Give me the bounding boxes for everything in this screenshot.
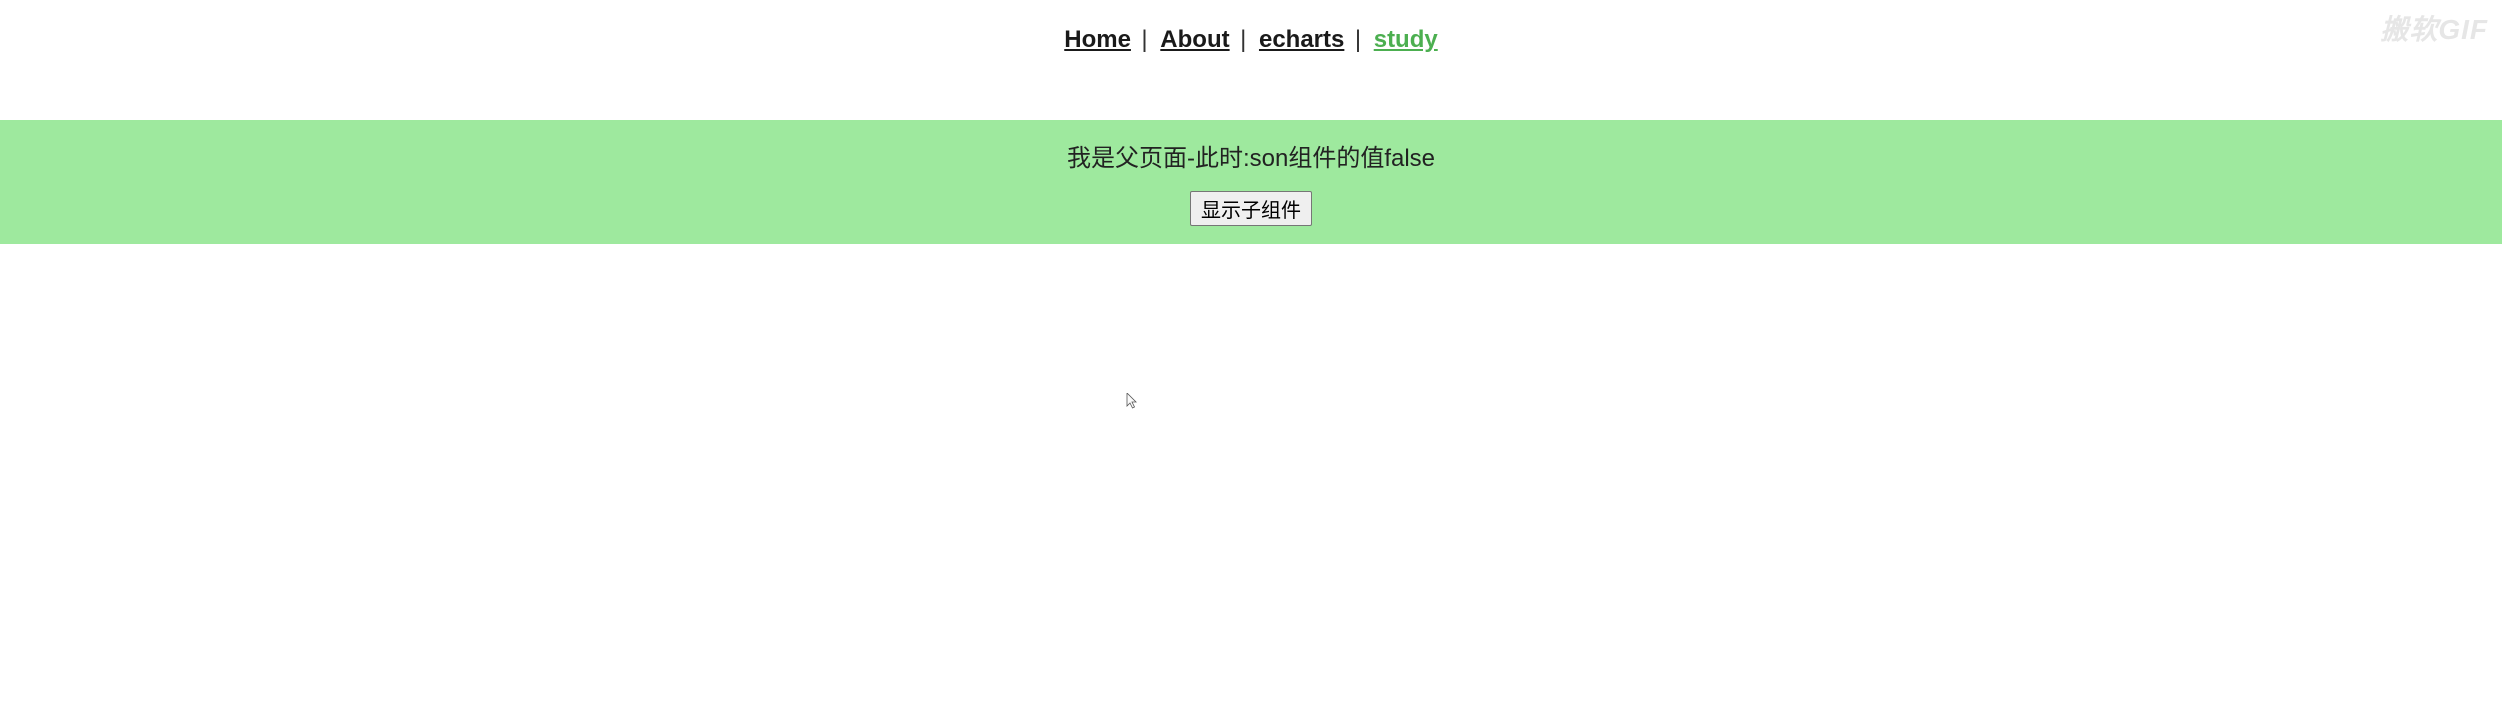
nav-link-about[interactable]: About	[1160, 26, 1229, 53]
panel-status-text: 我是父页面-此时:son组件的值false	[0, 138, 2502, 173]
show-child-button[interactable]: 显示子组件	[1190, 191, 1312, 226]
cursor-icon	[1126, 393, 1140, 411]
nav-separator: |	[1240, 26, 1253, 53]
nav-link-echarts[interactable]: echarts	[1259, 26, 1344, 53]
nav-link-home[interactable]: Home	[1064, 26, 1131, 53]
parent-panel: 我是父页面-此时:son组件的值false 显示子组件	[0, 120, 2502, 244]
nav-bar: Home | About | echarts | study	[0, 0, 2502, 80]
nav-separator: |	[1355, 26, 1368, 53]
nav-link-study[interactable]: study	[1374, 26, 1438, 53]
nav-separator: |	[1141, 26, 1154, 53]
